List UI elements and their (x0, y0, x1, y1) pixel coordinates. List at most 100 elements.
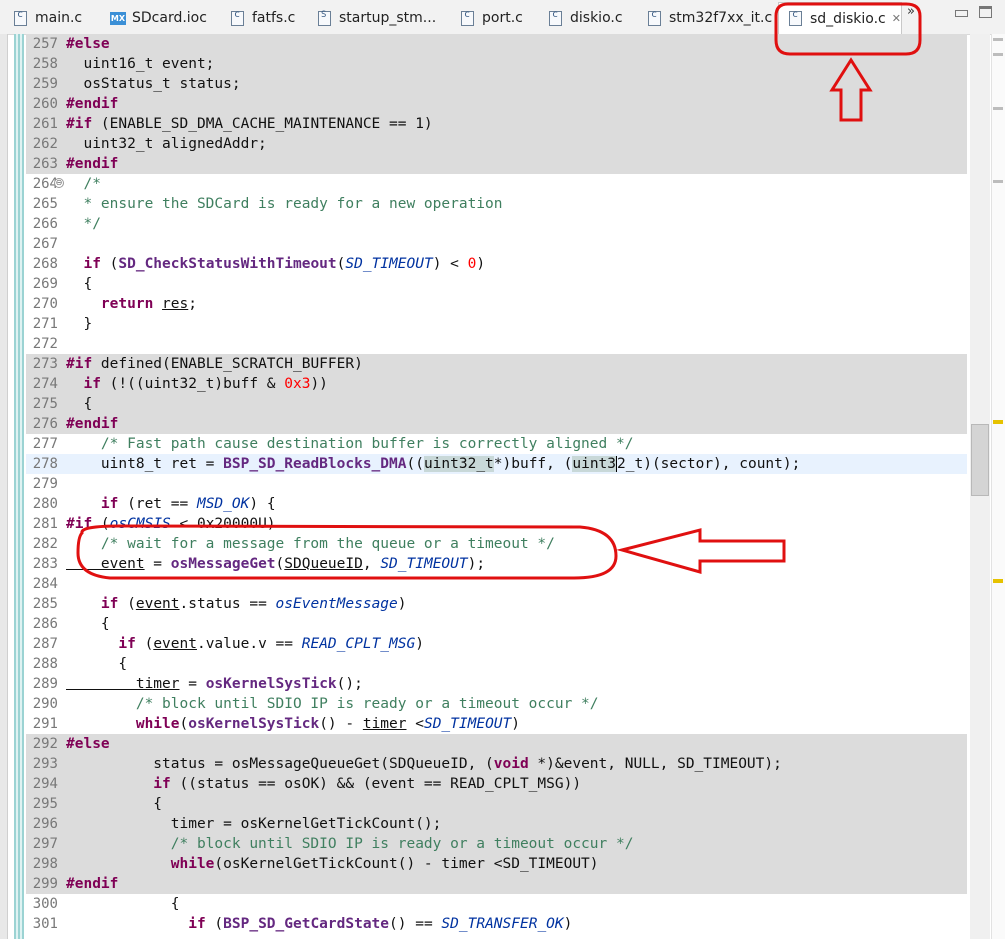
code-text: { (66, 274, 92, 294)
code-token: ) (511, 716, 521, 732)
code-line[interactable]: 282 /* wait for a message from the queue… (26, 534, 967, 554)
fold-collapse-icon[interactable]: ⊖ (54, 178, 64, 188)
overview-marker[interactable] (993, 38, 1003, 41)
code-line[interactable]: 272 (26, 334, 967, 354)
code-token: /* block until SDIO IP is ready or a tim… (66, 836, 634, 852)
code-token: if (66, 376, 101, 392)
code-line[interactable]: 267 (26, 234, 967, 254)
code-line[interactable]: 301 if (BSP_SD_GetCardState() == SD_TRAN… (26, 914, 967, 934)
overview-warning-marker[interactable] (993, 579, 1003, 583)
tab-fatfs-c[interactable]: fatfs.c (231, 4, 295, 32)
code-line[interactable]: 285 if (event.status == osEventMessage) (26, 594, 967, 614)
code-token: SD_TIMEOUT (423, 716, 512, 732)
line-number: 265 (32, 196, 58, 212)
code-line[interactable]: 265 * ensure the SDCard is ready for a n… (26, 194, 967, 214)
code-line[interactable]: 283 event = osMessageGet(SDQueueID, SD_T… (26, 554, 967, 574)
code-line[interactable]: 271 } (26, 314, 967, 334)
code-token: ) { (249, 496, 276, 512)
code-token: ; (188, 296, 197, 312)
code-line[interactable]: 266 */ (26, 214, 967, 234)
code-line[interactable]: 274 if (!((uint32_t)buff & 0x3)) (26, 374, 967, 394)
code-token: */ (66, 216, 101, 232)
code-token: osCMSIS (109, 516, 171, 532)
code-line[interactable]: 300 { (26, 894, 967, 914)
code-line[interactable]: 287 if (event.value.v == READ_CPLT_MSG) (26, 634, 967, 654)
code-token: { (66, 616, 110, 632)
code-line[interactable]: 297 /* block until SDIO IP is ready or a… (26, 834, 967, 854)
tab-diskio-c[interactable]: diskio.c (549, 4, 623, 32)
minimize-view-icon[interactable] (955, 10, 968, 17)
scrollbar-thumb[interactable] (971, 424, 989, 496)
code-line[interactable]: 262 uint32_t alignedAddr; (26, 134, 967, 154)
code-line[interactable]: 264 ⊖ /* (26, 174, 967, 194)
code-line[interactable]: 276 #endif (26, 414, 967, 434)
code-text: #else (66, 734, 110, 754)
code-text: uint32_t alignedAddr; (66, 134, 266, 154)
close-tab-icon[interactable]: ✕ (892, 12, 901, 25)
line-number: 290 (32, 696, 58, 712)
code-line[interactable]: 284 (26, 574, 967, 594)
code-line[interactable]: 263 #endif (26, 154, 967, 174)
code-line[interactable]: 288 { (26, 654, 967, 674)
code-token: event (135, 596, 180, 612)
code-line[interactable]: 279 (26, 474, 967, 494)
overview-warning-marker[interactable] (993, 420, 1003, 424)
code-line[interactable]: 299 #endif (26, 874, 967, 894)
code-line[interactable]: 273 #if defined(ENABLE_SCRATCH_BUFFER) (26, 354, 967, 374)
code-line[interactable]: 269 { (26, 274, 967, 294)
overview-marker[interactable] (993, 53, 1003, 56)
code-text: timer = osKernelGetTickCount(); (66, 814, 442, 834)
code-line[interactable]: 281 #if (osCMSIS < 0x20000U) (26, 514, 967, 534)
code-token: timer = osKernelGetTickCount(); (66, 816, 442, 832)
maximize-view-icon[interactable] (979, 6, 992, 18)
code-line[interactable]: 292 #else (26, 734, 967, 754)
code-line[interactable]: 268 if (SD_CheckStatusWithTimeout(SD_TIM… (26, 254, 967, 274)
tab-sdcard-ioc[interactable]: MX SDcard.ioc (110, 4, 207, 32)
tab-port-c[interactable]: port.c (461, 4, 523, 32)
line-number: 270 (32, 296, 58, 312)
code-token: defined(ENABLE_SCRATCH_BUFFER) (92, 356, 363, 372)
tab-label: stm32f7xx_it.c (669, 10, 773, 26)
code-token: () == (389, 916, 442, 932)
code-text: if (ret == MSD_OK) { (66, 494, 276, 514)
code-line[interactable]: 289 timer = osKernelSysTick(); (26, 674, 967, 694)
code-line[interactable]: 258 uint16_t event; (26, 54, 967, 74)
code-line[interactable]: 275 { (26, 394, 967, 414)
code-line[interactable]: 261 #if (ENABLE_SD_DMA_CACHE_MAINTENANCE … (26, 114, 967, 134)
code-line[interactable]: 294 if ((status == osOK) && (event == RE… (26, 774, 967, 794)
code-token: .value.v == (196, 636, 302, 652)
code-text: timer = osKernelSysTick(); (66, 674, 363, 694)
overview-marker[interactable] (993, 180, 1003, 183)
code-line[interactable]: 257 #else (26, 34, 967, 54)
code-line[interactable]: 280 if (ret == MSD_OK) { (26, 494, 967, 514)
code-line[interactable]: 296 timer = osKernelGetTickCount(); (26, 814, 967, 834)
code-token: timer (66, 676, 180, 692)
tab-stm32f7xx-it-c[interactable]: stm32f7xx_it.c (648, 4, 772, 32)
code-text: if (!((uint32_t)buff & 0x3)) (66, 374, 327, 394)
code-line[interactable]: 291 while(osKernelSysTick() - timer <SD_… (26, 714, 967, 734)
tab-sd-diskio-c[interactable]: sd_diskio.c ✕ (778, 2, 902, 34)
code-line[interactable]: 298 while(osKernelGetTickCount() - timer… (26, 854, 967, 874)
code-lines: 257 #else 258 uint16_t event; 259 osStatus_… (26, 34, 967, 934)
code-line[interactable]: 270 return res; (26, 294, 967, 314)
code-token: timer (362, 716, 407, 732)
c-file-icon (549, 9, 562, 26)
overview-ruler[interactable] (991, 34, 1005, 939)
tab-startup-stm[interactable]: startup_stm... (318, 4, 436, 32)
code-line[interactable]: 286 { (26, 614, 967, 634)
code-text: /* block until SDIO IP is ready or a tim… (66, 834, 634, 854)
code-line[interactable]: 278 uint8_t ret = BSP_SD_ReadBlocks_DMA(… (26, 454, 967, 474)
code-token: ( (179, 716, 189, 732)
code-token: 2_t (616, 456, 644, 472)
code-line[interactable]: 293 status = osMessageQueueGet(SDQueueID… (26, 754, 967, 774)
code-line[interactable]: 295 { (26, 794, 967, 814)
tab-main-c[interactable]: main.c (14, 4, 82, 32)
code-token: status = osMessageQueueGet(SDQueueID, ( (66, 756, 494, 772)
code-line[interactable]: 290 /* block until SDIO IP is ready or a… (26, 694, 967, 714)
tab-overflow-chevron-icon[interactable]: » (907, 4, 915, 19)
overview-marker[interactable] (993, 107, 1003, 110)
code-editor[interactable]: 257 #else 258 uint16_t event; 259 osStatus_… (0, 34, 1005, 939)
code-line[interactable]: 259 osStatus_t status; (26, 74, 967, 94)
code-line[interactable]: 260 #endif (26, 94, 967, 114)
code-line[interactable]: 277 /* Fast path cause destination buffe… (26, 434, 967, 454)
